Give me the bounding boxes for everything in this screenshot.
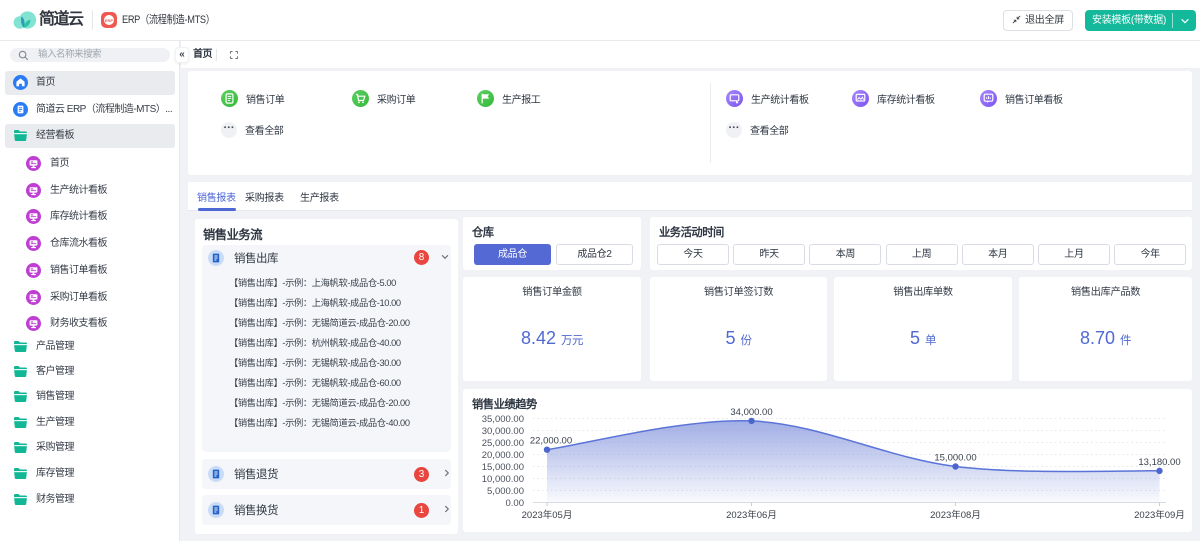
svg-text:22,000.00: 22,000.00 (530, 436, 572, 447)
svg-text:5,000.00: 5,000.00 (487, 486, 524, 497)
svg-text:2023年08月: 2023年08月 (930, 509, 981, 521)
svg-text:13,180.00: 13,180.00 (1138, 457, 1180, 468)
svg-text:30,000.00: 30,000.00 (482, 426, 524, 437)
svg-text:35,000.00: 35,000.00 (482, 414, 524, 425)
svg-text:20,000.00: 20,000.00 (482, 450, 524, 461)
svg-text:0.00: 0.00 (506, 498, 525, 509)
svg-text:25,000.00: 25,000.00 (482, 438, 524, 449)
svg-text:2023年05月: 2023年05月 (522, 509, 573, 521)
svg-text:15,000.00: 15,000.00 (482, 462, 524, 473)
svg-text:2023年06月: 2023年06月 (726, 509, 777, 521)
svg-text:10,000.00: 10,000.00 (482, 474, 524, 485)
svg-text:2023年09月: 2023年09月 (1134, 509, 1185, 521)
svg-text:15,000.00: 15,000.00 (934, 453, 976, 464)
svg-text:34,000.00: 34,000.00 (730, 407, 772, 418)
